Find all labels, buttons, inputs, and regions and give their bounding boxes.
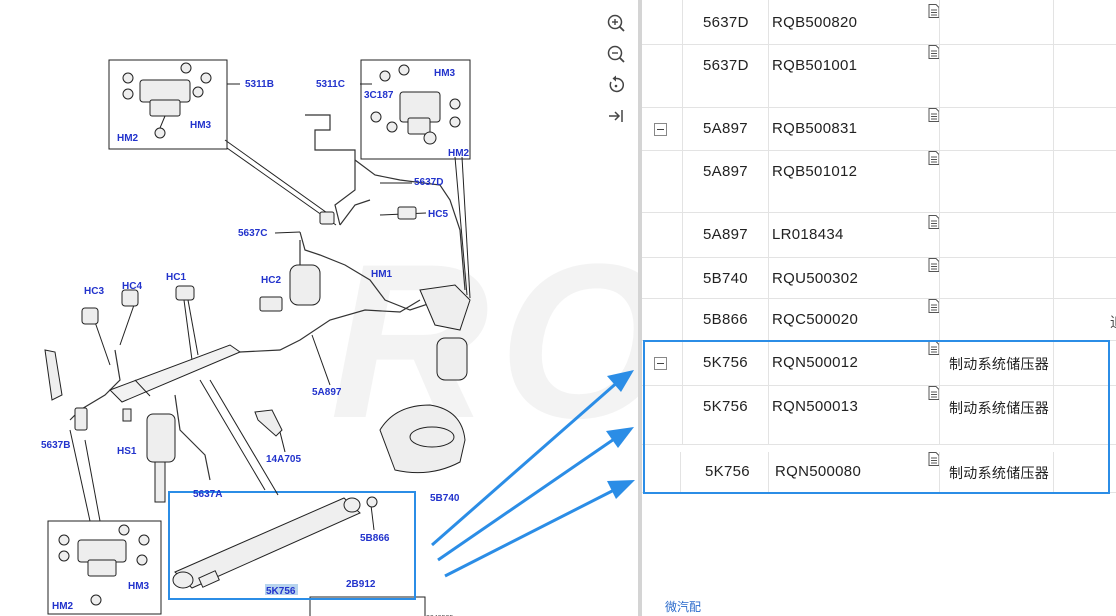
- label-5b740[interactable]: 5B740: [430, 493, 460, 504]
- reset-icon: [609, 75, 624, 93]
- table-row[interactable]: 5637D RQB501001: [642, 45, 1116, 107]
- row-code: 5A897: [703, 226, 748, 243]
- label-5311c[interactable]: 5311C: [316, 79, 345, 90]
- label-hm3[interactable]: HM3: [190, 120, 212, 131]
- row-code: 5B740: [703, 270, 748, 287]
- row-part-number[interactable]: RQB501001: [772, 57, 857, 74]
- row-code: 5637D: [703, 14, 749, 31]
- reset-view-button[interactable]: [603, 72, 629, 98]
- table-row[interactable]: 5A897 LR018434: [642, 213, 1116, 257]
- label-hs1[interactable]: HS1: [117, 446, 137, 457]
- row-part-number[interactable]: RQB501012: [772, 163, 857, 180]
- label-hm1[interactable]: HM1: [371, 269, 393, 280]
- label-3c187[interactable]: 3C187: [364, 90, 394, 101]
- label-14a705[interactable]: 14A705: [266, 454, 301, 465]
- parts-table: 5637D RQB500820 5637D RQB501001 5A897 RQ…: [642, 0, 1116, 616]
- label-hc3[interactable]: HC3: [84, 286, 104, 297]
- selection-highlight: [643, 340, 1110, 494]
- parts-diagram-panel[interactable]: ROP 5311B 5311C HM3 3C187 HM2 HM2 HM3 56…: [0, 0, 827, 616]
- footer-link[interactable]: 微汽配: [665, 598, 701, 615]
- parts-diagram[interactable]: 5311B 5311C HM3 3C187 HM2 HM2 HM3 5637D …: [0, 0, 640, 616]
- label-5b866[interactable]: 5B866: [360, 533, 390, 544]
- zoom-out-icon: [607, 45, 625, 63]
- label-hc2[interactable]: HC2: [261, 275, 281, 286]
- diagram-toolbar: [603, 10, 631, 134]
- small-parts: [74, 206, 417, 437]
- collapse-panel-button[interactable]: [603, 103, 629, 129]
- row-extra: 追: [1110, 312, 1116, 332]
- table-row[interactable]: 5637D RQB500820: [642, 0, 1116, 44]
- label-5a897[interactable]: 5A897: [312, 387, 342, 398]
- label-5k756[interactable]: 5K756: [266, 586, 296, 597]
- zoom-in-button[interactable]: [603, 10, 629, 36]
- table-row[interactable]: 5B866 RQC500020 追: [642, 299, 1116, 340]
- label-2b912[interactable]: 2B912: [346, 579, 376, 590]
- label-hc5[interactable]: HC5: [428, 209, 448, 220]
- zoom-in-icon: [607, 14, 625, 32]
- row-code: 5A897: [703, 120, 748, 137]
- row-code: 5637D: [703, 57, 749, 74]
- sensor-assembly-bottom: [58, 524, 150, 606]
- row-code: 5B866: [703, 311, 748, 328]
- label-hm2[interactable]: HM2: [52, 601, 74, 612]
- row-part-number[interactable]: LR018434: [772, 226, 844, 243]
- reservoir-tube: [109, 344, 242, 403]
- collapse-group-button[interactable]: [654, 123, 667, 136]
- label-5637d[interactable]: 5637D: [414, 177, 443, 188]
- label-5637b[interactable]: 5637B: [41, 440, 70, 451]
- label-hm3[interactable]: HM3: [434, 68, 456, 79]
- row-part-number[interactable]: RQU500302: [772, 270, 858, 287]
- brake-accumulator-5k756: [172, 496, 378, 589]
- table-row[interactable]: 5A897 RQB500831: [642, 108, 1116, 150]
- label-5637a[interactable]: 5637A: [193, 489, 222, 500]
- label-5311b[interactable]: 5311B: [245, 79, 274, 90]
- row-part-number[interactable]: RQB500820: [772, 14, 857, 31]
- label-hm2[interactable]: HM2: [117, 133, 139, 144]
- row-code: 5A897: [703, 163, 748, 180]
- row-part-number[interactable]: RQB500831: [772, 120, 857, 137]
- label-hm2[interactable]: HM2: [448, 148, 470, 159]
- table-row[interactable]: 5B740 RQU500302: [642, 258, 1116, 298]
- collapse-panel-icon: [609, 110, 623, 122]
- table-row[interactable]: 5A897 RQB501012: [642, 151, 1116, 212]
- zoom-out-button[interactable]: [603, 41, 629, 67]
- label-hc4[interactable]: HC4: [122, 281, 142, 292]
- label-5637c[interactable]: 5637C: [238, 228, 267, 239]
- row-part-number[interactable]: RQC500020: [772, 311, 858, 328]
- label-hc1[interactable]: HC1: [166, 272, 186, 283]
- air-spring-assembly: [289, 264, 471, 474]
- label-hm3[interactable]: HM3: [128, 581, 150, 592]
